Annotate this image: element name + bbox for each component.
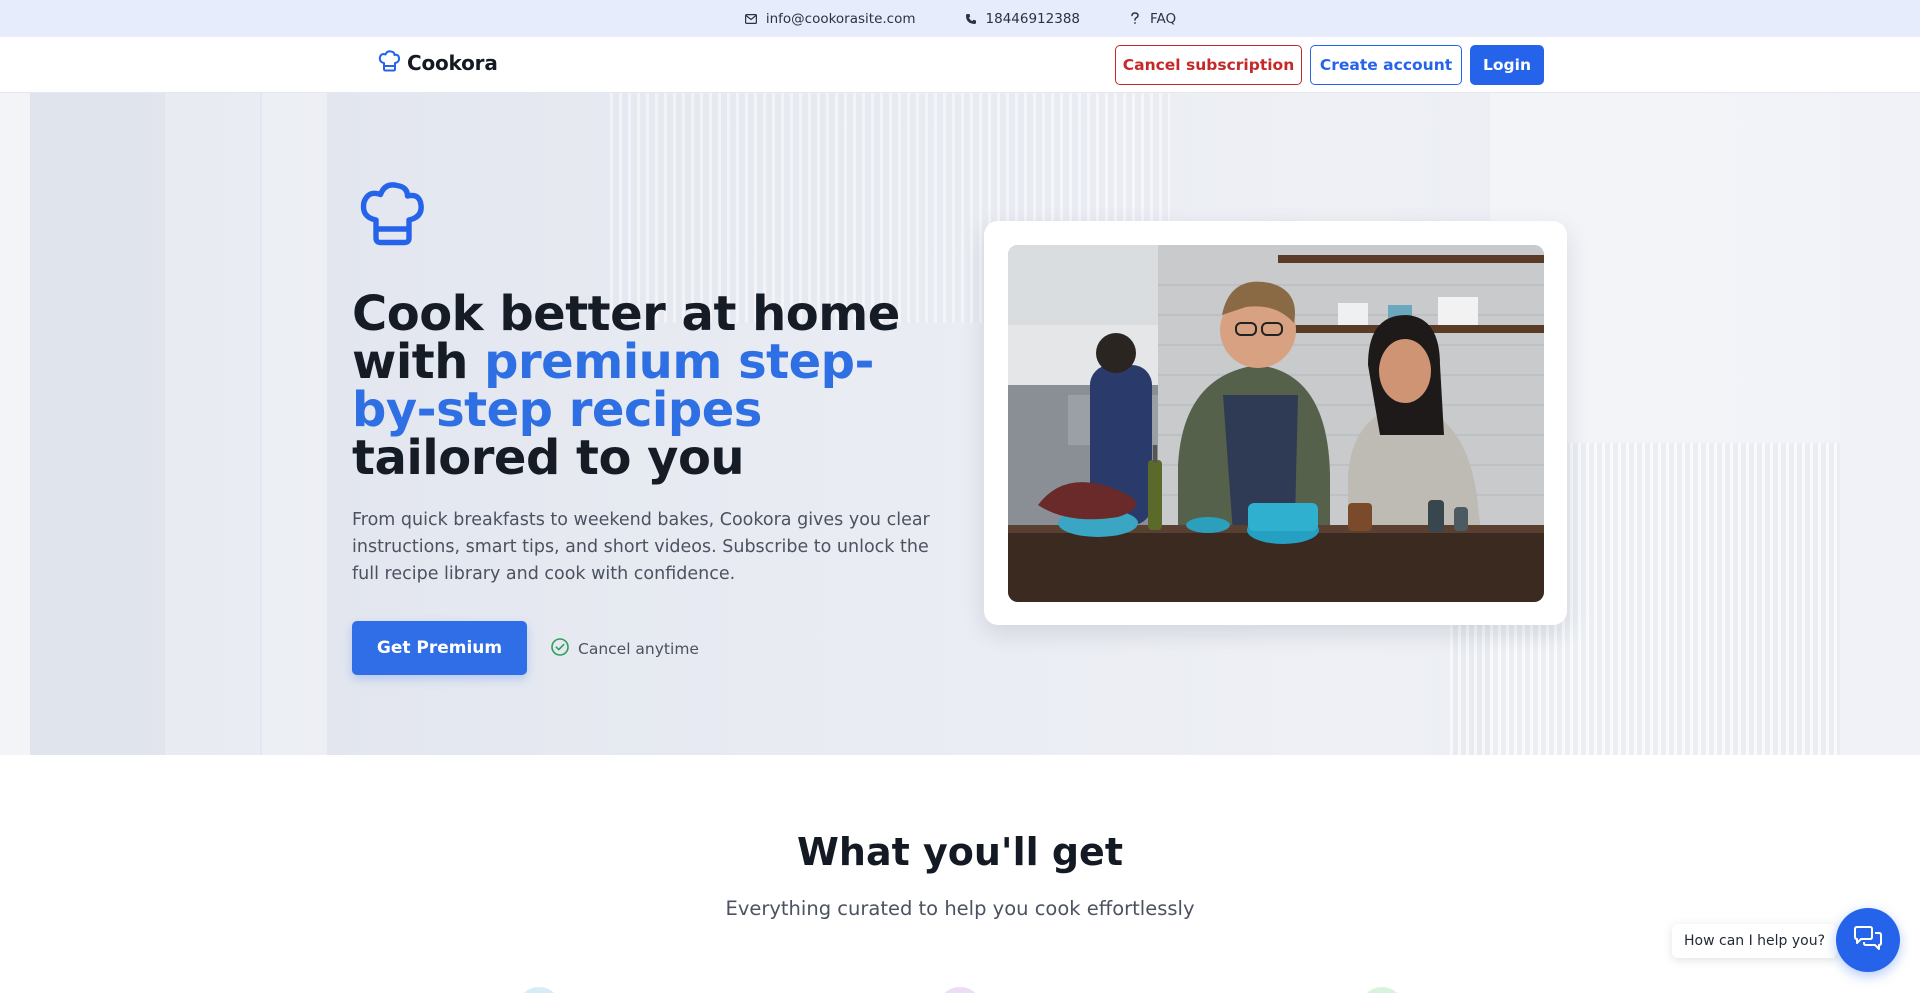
brand-logo[interactable]: Cookora xyxy=(377,49,498,77)
feature-icon xyxy=(1360,987,1404,993)
site-header: Cookora Cancel subscription Create accou… xyxy=(0,37,1920,93)
headline-text: tailored to you xyxy=(352,430,745,486)
faq-text: FAQ xyxy=(1150,10,1177,27)
feature-icon xyxy=(517,987,561,993)
brand-name: Cookora xyxy=(407,51,498,75)
email-link[interactable]: info@cookorasite.com xyxy=(744,11,916,27)
chef-hat-icon xyxy=(377,49,401,77)
get-premium-button[interactable]: Get Premium xyxy=(352,621,527,675)
phone-link[interactable]: 18446912388 xyxy=(964,11,1080,27)
phone-text: 18446912388 xyxy=(985,10,1080,27)
hero-section: Cook better at home with premium step-by… xyxy=(0,93,1920,755)
cancel-anytime-text: Cancel anytime xyxy=(578,640,699,658)
cancel-anytime-note: Cancel anytime xyxy=(551,638,699,660)
faq-link[interactable]: FAQ xyxy=(1128,11,1176,27)
hero-headline: Cook better at home with premium step-by… xyxy=(352,290,952,482)
login-button[interactable]: Login xyxy=(1470,45,1544,85)
hero-background-cabinet xyxy=(262,93,327,755)
cancel-subscription-button[interactable]: Cancel subscription xyxy=(1115,45,1302,85)
check-circle-icon xyxy=(551,638,569,660)
email-text: info@cookorasite.com xyxy=(765,10,916,27)
chat-icon xyxy=(1853,925,1883,955)
chef-hat-icon xyxy=(355,178,427,254)
hero-photo xyxy=(1008,245,1544,602)
features-subtitle: Everything curated to help you cook effo… xyxy=(725,897,1195,920)
hero-background-cabinet xyxy=(165,93,260,755)
hero-description: From quick breakfasts to weekend bakes, … xyxy=(352,510,930,584)
contact-bar: info@cookorasite.com 18446912388 FAQ xyxy=(0,0,1920,37)
hero-image-card xyxy=(984,221,1567,625)
mail-icon xyxy=(744,12,758,26)
create-account-button[interactable]: Create account xyxy=(1310,45,1462,85)
chat-button[interactable] xyxy=(1836,908,1900,972)
phone-icon xyxy=(964,12,978,26)
feature-icon xyxy=(938,987,982,993)
features-title: What you'll get xyxy=(797,830,1123,874)
chat-prompt[interactable]: How can I help you? xyxy=(1672,924,1838,958)
question-icon xyxy=(1128,12,1142,26)
hero-background-edge xyxy=(0,93,30,755)
